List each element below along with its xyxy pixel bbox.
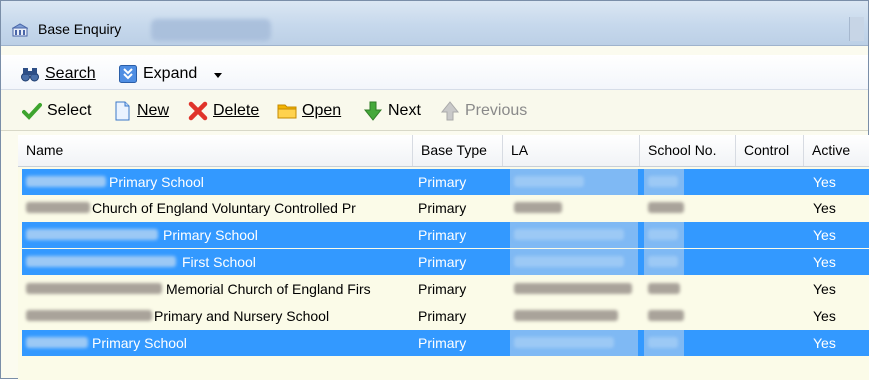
cell-active: Yes: [813, 174, 836, 190]
previous-label: Previous: [465, 102, 528, 119]
checkmark-icon: [22, 103, 42, 120]
column-header-control[interactable]: Control: [736, 135, 804, 166]
expand-dropdown-arrow-icon[interactable]: [214, 73, 222, 78]
redacted-school-no: [648, 202, 684, 213]
table-row[interactable]: Church of England Voluntary Controlled P…: [22, 195, 869, 221]
arrow-up-icon: [440, 101, 460, 121]
redacted-name: [26, 229, 158, 240]
cell-base-type: Primary: [418, 308, 467, 324]
cell-active: Yes: [813, 200, 836, 216]
delete-label: Delete: [213, 102, 260, 119]
redacted-name: [26, 337, 88, 348]
redacted-la: [514, 229, 624, 240]
column-header-base-type[interactable]: Base Type: [413, 135, 503, 166]
arrow-down-icon: [363, 101, 383, 121]
cell-active: Yes: [813, 281, 836, 297]
title-bar[interactable]: Base Enquiry: [1, 1, 868, 46]
select-label: Select: [47, 102, 92, 119]
cell-name: Primary and Nursery School: [154, 308, 330, 324]
delete-x-icon: [188, 101, 208, 121]
redacted-school-no: [648, 176, 678, 187]
grid-header: Name Base Type LA School No. Control Act…: [18, 135, 869, 167]
new-button[interactable]: New: [112, 99, 169, 123]
table-row[interactable]: Primary and Nursery School Primary Yes: [22, 303, 869, 329]
window-title: Base Enquiry: [38, 21, 122, 37]
building-icon: [12, 23, 28, 37]
redacted-la: [514, 202, 562, 213]
redacted-school-no: [648, 337, 678, 348]
folder-icon: [277, 104, 297, 119]
select-button[interactable]: Select: [22, 99, 91, 123]
redacted-school-no: [648, 229, 678, 240]
window-control[interactable]: [849, 17, 864, 41]
cell-base-type: Primary: [418, 335, 467, 351]
redacted-name: [26, 283, 162, 294]
redacted-la: [514, 337, 614, 348]
cell-name: First School: [182, 254, 256, 270]
table-row[interactable]: Memorial Church of England Firs Primary …: [22, 276, 869, 302]
base-enquiry-window: Base Enquiry Search Expand Select New De…: [0, 0, 869, 380]
open-button[interactable]: Open: [277, 99, 341, 123]
redacted-name: [26, 176, 106, 187]
next-button[interactable]: Next: [363, 99, 421, 123]
redacted-school-no: [648, 256, 678, 267]
cell-active: Yes: [813, 227, 836, 243]
cell-name: Primary School: [163, 227, 258, 243]
cell-base-type: Primary: [418, 227, 467, 243]
search-button[interactable]: Search: [20, 62, 96, 86]
new-document-icon: [115, 101, 130, 121]
redacted-name: [26, 202, 90, 213]
cell-name: Church of England Voluntary Controlled P…: [92, 200, 356, 216]
next-label: Next: [388, 102, 421, 119]
results-grid: Name Base Type LA School No. Control Act…: [18, 135, 869, 380]
cell-name: Memorial Church of England Firs: [166, 281, 371, 297]
cell-base-type: Primary: [418, 254, 467, 270]
delete-button[interactable]: Delete: [188, 99, 259, 123]
column-header-school-no[interactable]: School No.: [640, 135, 736, 166]
cell-base-type: Primary: [418, 174, 467, 190]
redacted-la: [514, 256, 624, 267]
cell-name: Primary School: [109, 174, 204, 190]
table-row[interactable]: Primary School Primary Yes: [22, 330, 869, 356]
column-header-active[interactable]: Active: [804, 135, 869, 166]
column-header-name[interactable]: Name: [18, 135, 413, 166]
cell-active: Yes: [813, 308, 836, 324]
expand-icon: [119, 65, 137, 83]
expand-label: Expand: [143, 65, 198, 82]
column-header-la[interactable]: LA: [503, 135, 640, 166]
table-row[interactable]: First School Primary Yes: [22, 249, 869, 275]
cell-active: Yes: [813, 254, 836, 270]
previous-button[interactable]: Previous: [440, 99, 527, 123]
table-row[interactable]: Primary School Primary Yes: [22, 222, 869, 248]
cell-base-type: Primary: [418, 281, 467, 297]
search-label: Search: [45, 65, 96, 82]
redacted-la: [514, 283, 632, 294]
binoculars-icon: [21, 68, 39, 82]
cell-active: Yes: [813, 335, 836, 351]
redacted-name: [26, 256, 176, 267]
redacted-la: [514, 310, 618, 321]
new-label: New: [137, 102, 170, 119]
cell-name: Primary School: [92, 335, 187, 351]
open-label: Open: [302, 102, 342, 119]
table-row[interactable]: Primary School Primary Yes: [22, 169, 869, 195]
redacted-la: [514, 176, 584, 187]
redacted-title-suffix: [151, 19, 271, 41]
expand-button[interactable]: Expand: [118, 62, 197, 86]
cell-base-type: Primary: [418, 200, 467, 216]
redacted-school-no: [648, 310, 684, 321]
redacted-school-no: [648, 283, 680, 294]
redacted-name: [26, 310, 152, 321]
